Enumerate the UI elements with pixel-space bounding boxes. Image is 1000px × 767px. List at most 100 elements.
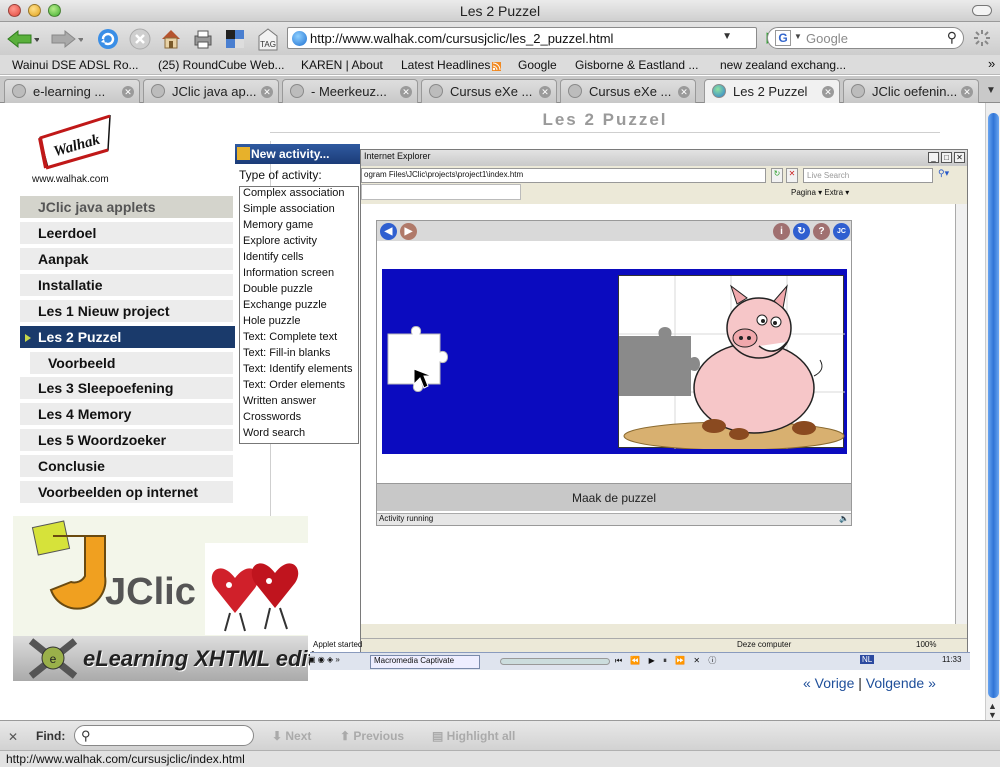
ie-scrollbar[interactable] [955, 204, 967, 624]
tab-les-2-puzzel[interactable]: Les 2 Puzzel ✕ [704, 79, 840, 104]
search-input[interactable]: Google [806, 31, 848, 46]
previous-activity-icon[interactable]: ◀ [380, 223, 397, 240]
tab-close-icon[interactable]: ✕ [678, 86, 690, 98]
info-icon[interactable]: i [773, 223, 790, 240]
menu-item-conclusie[interactable]: Conclusie [20, 455, 233, 478]
find-previous-button[interactable]: ⬆ Previous [340, 729, 404, 743]
activity-type-item[interactable]: Complex association [243, 187, 345, 199]
address-history-dropdown-icon[interactable]: ▼ [722, 31, 732, 42]
ie-zoom-text[interactable]: 100% [916, 640, 936, 649]
ie-close-button[interactable]: ✕ [954, 152, 965, 163]
jclic-about-icon[interactable]: JC [833, 223, 850, 240]
screen-grab-button[interactable] [222, 25, 248, 53]
activity-type-item[interactable]: Text: Fill-in blanks [243, 347, 330, 359]
media-controls[interactable]: ⏮ ⏪ ▶ ⏸ ⏩ ✕ ⓘ [615, 655, 719, 666]
menu-item-voorbeeld[interactable]: Voorbeeld [30, 352, 233, 375]
activity-type-item[interactable]: Crosswords [243, 411, 301, 423]
tab-close-icon[interactable]: ✕ [822, 86, 834, 98]
find-next-button[interactable]: ⬇ Next [272, 729, 311, 743]
ie-search-icon[interactable]: ⚲▾ [938, 168, 958, 183]
home-button[interactable] [158, 25, 184, 53]
reload-button[interactable] [95, 25, 121, 53]
activity-type-item[interactable]: Exchange puzzle [243, 299, 327, 311]
tab-cursus-exe-2[interactable]: Cursus eXe ... ✕ [560, 79, 696, 103]
activity-type-item[interactable]: Explore activity [243, 235, 317, 247]
scrollbar-thumb[interactable] [988, 113, 999, 698]
bookmark-roundcube[interactable]: (25) RoundCube Web... [158, 58, 285, 72]
menu-item-les-5[interactable]: Les 5 Woordzoeker [20, 429, 233, 452]
forward-button[interactable] [48, 25, 84, 53]
stop-button[interactable] [127, 25, 153, 53]
taskbar-captivate[interactable]: Macromedia Captivate [370, 655, 480, 669]
highlight-all-button[interactable]: ▤ Highlight all [432, 729, 515, 743]
sound-icon[interactable]: 🔈 [839, 514, 849, 523]
next-activity-icon[interactable]: ▶ [400, 223, 417, 240]
activity-type-item[interactable]: Text: Identify elements [243, 363, 352, 375]
puzzle-board[interactable] [382, 269, 847, 454]
help-icon[interactable]: ? [813, 223, 830, 240]
previous-page-link[interactable]: « Vorige [803, 675, 854, 691]
activity-type-item[interactable]: Text: Complete text [243, 331, 337, 343]
next-page-link[interactable]: Volgende » [866, 675, 936, 691]
address-input[interactable]: http://www.walhak.com/cursusjclic/les_2_… [310, 31, 613, 46]
engine-dropdown-icon[interactable]: ▼ [794, 32, 802, 41]
page-scrollbar[interactable]: ▲ ▼ [985, 103, 1000, 720]
address-bar[interactable]: http://www.walhak.com/cursusjclic/les_2_… [287, 27, 778, 49]
bookmark-nz-exchange[interactable]: new zealand exchang... [720, 58, 846, 72]
search-box[interactable]: G ▼ Google ⚲ [767, 27, 964, 49]
activity-type-item[interactable]: Double puzzle [243, 283, 313, 295]
ie-minimize-button[interactable]: _ [928, 152, 939, 163]
back-button[interactable] [4, 25, 40, 53]
activity-type-item[interactable]: Information screen [243, 267, 334, 279]
tab-e-learning[interactable]: e-learning ... ✕ [4, 79, 140, 103]
print-button[interactable] [190, 25, 216, 53]
bookmark-google[interactable]: Google [518, 58, 557, 72]
menu-item-les-4[interactable]: Les 4 Memory [20, 403, 233, 426]
scroll-down-icon[interactable]: ▼ [988, 710, 997, 720]
menu-item-jclic-java-applets[interactable]: JClic java applets [20, 196, 233, 219]
menu-item-aanpak[interactable]: Aanpak [20, 248, 233, 271]
find-input[interactable]: ⚲ [74, 725, 254, 746]
quicklaunch-icons[interactable]: ▣ ◉ ◈ » [308, 655, 340, 664]
ie-stop-icon[interactable]: ✕ [786, 168, 798, 183]
activity-type-item[interactable]: Text: Order elements [243, 379, 345, 391]
puzzle-piece-dragging[interactable] [384, 324, 474, 404]
bookmark-wainui[interactable]: Wainui DSE ADSL Ro... [12, 58, 139, 72]
tab-cursus-exe-1[interactable]: Cursus eXe ... ✕ [421, 79, 557, 103]
activity-type-item[interactable]: Identify cells [243, 251, 304, 263]
activity-type-item[interactable]: Written answer [243, 395, 316, 407]
activity-type-item[interactable]: Word search [243, 427, 305, 439]
bookmarks-overflow-icon[interactable]: » [988, 56, 995, 71]
tag-button[interactable]: TAG [254, 25, 282, 53]
ie-maximize-button[interactable]: □ [941, 152, 952, 163]
menu-item-les-2[interactable]: Les 2 Puzzel [20, 326, 235, 349]
tab-jclic-oefening[interactable]: JClic oefenin... ✕ [843, 79, 979, 103]
activity-type-item[interactable]: Simple association [243, 203, 335, 215]
tab-close-icon[interactable]: ✕ [122, 86, 134, 98]
menu-item-les-1[interactable]: Les 1 Nieuw project [20, 300, 233, 323]
toolbar-toggle-button[interactable] [972, 5, 992, 16]
activity-type-list[interactable]: Complex association Simple association M… [239, 186, 359, 444]
tab-list-dropdown-icon[interactable]: ▼ [984, 81, 998, 101]
tab-jclic-java[interactable]: JClic java ap... ✕ [143, 79, 279, 103]
find-close-icon[interactable]: ✕ [8, 730, 18, 744]
activity-type-item[interactable]: Memory game [243, 219, 313, 231]
ie-refresh-icon[interactable]: ↻ [771, 168, 783, 183]
ie-command-bar[interactable]: Pagina ▾ Extra ▾ [791, 188, 849, 197]
menu-item-voorbeelden[interactable]: Voorbeelden op internet [20, 481, 233, 504]
tab-close-icon[interactable]: ✕ [539, 86, 551, 98]
ie-address-bar[interactable]: ogram Files\JClic\projects\project1\inde… [361, 168, 766, 183]
menu-item-les-3[interactable]: Les 3 Sleepoefening [20, 377, 233, 400]
ie-live-search[interactable]: Live Search [803, 168, 933, 183]
tab-meerkeuze[interactable]: - Meerkeuz... ✕ [282, 79, 418, 103]
tab-close-icon[interactable]: ✕ [961, 86, 973, 98]
bookmark-latest-headlines[interactable]: Latest Headlines [401, 58, 490, 72]
taskbar-language[interactable]: NL [860, 655, 875, 664]
tab-close-icon[interactable]: ✕ [261, 86, 273, 98]
pig-puzzle-image[interactable] [618, 275, 845, 451]
search-magnifier-icon[interactable]: ⚲ [947, 29, 957, 46]
walhak-logo[interactable]: Walhak www.walhak.com [10, 110, 125, 190]
media-slider[interactable] [500, 658, 610, 665]
tab-close-icon[interactable]: ✕ [400, 86, 412, 98]
activity-type-item[interactable]: Hole puzzle [243, 315, 300, 327]
